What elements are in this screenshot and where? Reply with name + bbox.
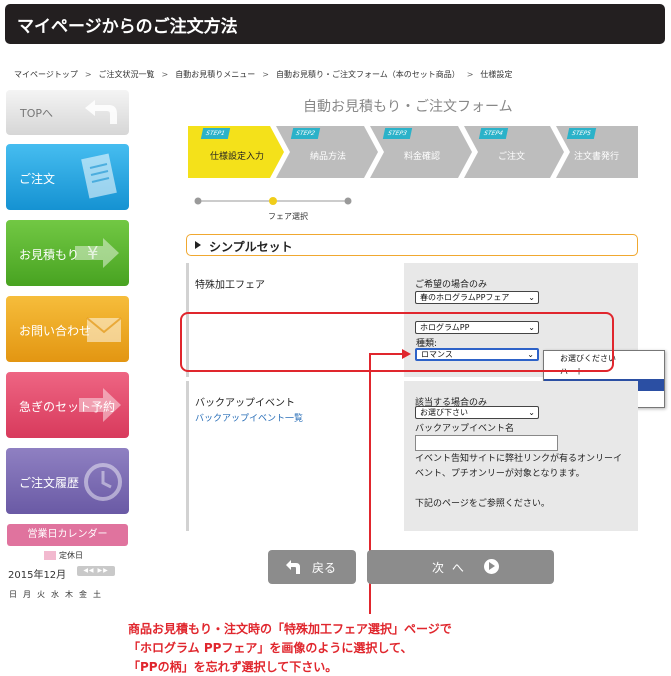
document-icon [81, 153, 117, 199]
next-label: 次 へ [432, 561, 466, 575]
back-label: 戻る [312, 561, 337, 575]
breadcrumb-current: 仕様設定 [480, 70, 513, 79]
breadcrumb-item[interactable]: マイページトップ [14, 70, 78, 79]
breadcrumb-separator: > [466, 70, 474, 79]
fair-note: ご希望の場合のみ [415, 280, 488, 290]
step-label-active: 仕様設定入力 [210, 152, 265, 162]
weekday: 日 [9, 590, 17, 599]
history-clock-icon [84, 463, 122, 501]
breadcrumb-item[interactable]: ご注文状況一覧 [99, 70, 155, 79]
progress-caption: フェア選択 [268, 212, 308, 221]
sidebar-top-button[interactable]: TOPへ [6, 90, 129, 135]
sidebar-top-label: TOPへ [20, 107, 54, 120]
page-title: マイページからのご注文方法 [17, 17, 238, 37]
fair-label: 特殊加工フェア [195, 280, 265, 291]
sidebar-item-label: ご注文 [19, 172, 56, 186]
sidebar-item-rush-reservation[interactable]: 急ぎのセット予約 [6, 372, 129, 438]
backup-notice: イベント告知サイトに弊社リンクが有るオンリーイベント、プチオンリーが対象となりま… [415, 454, 623, 479]
highlight-frame [180, 312, 614, 372]
instruction-line: 「ホログラム PPフェア」を画像のように選択して、 [128, 641, 413, 655]
fair-select-value: 春のホログラムPPフェア [420, 293, 510, 302]
weekday: 土 [93, 590, 101, 599]
backup-select-value: お選び下さい [420, 408, 468, 417]
weekday: 木 [65, 590, 73, 599]
sidebar-item-label: お見積もり [19, 248, 80, 262]
holiday-label: 定休日 [59, 551, 83, 560]
backup-name-input[interactable] [415, 435, 558, 451]
arrow-right-icon [79, 388, 121, 422]
back-arrow-icon [286, 560, 300, 574]
play-circle-icon [484, 559, 499, 574]
breadcrumb-separator: > [161, 70, 169, 79]
step-indicator: STEP1 仕様設定入力 STEP2 納品方法 STEP3 料金確認 STEP4… [188, 124, 638, 178]
backup-name-label: バックアップイベント名 [415, 424, 515, 434]
instruction-text: 商品お見積もり・注文時の「特殊加工フェア選択」ページで 「ホログラム PPフェア… [128, 620, 452, 676]
breadcrumb-item[interactable]: 自動お見積りメニュー [175, 70, 255, 79]
step-label: ご注文 [498, 152, 526, 162]
title-bar: マイページからのご注文方法 [5, 4, 665, 44]
holiday-legend: 定休日 [44, 550, 83, 561]
backup-list-link[interactable]: バックアップイベント一覧 [195, 411, 303, 424]
weekday: 水 [51, 590, 59, 599]
svg-text:¥: ¥ [87, 243, 98, 264]
sidebar-item-label: ご注文履歴 [19, 476, 80, 490]
breadcrumb-separator: > [84, 70, 92, 79]
step-label: 注文書発行 [574, 152, 620, 162]
instruction-line: 「PPの柄」を忘れず選択して下さい。 [128, 660, 338, 674]
instruction-line: 商品お見積もり・注文時の「特殊加工フェア選択」ページで [128, 622, 452, 636]
yen-arrow-icon: ¥ [75, 238, 119, 268]
backup-label: バックアップイベント [195, 398, 295, 409]
sidebar-item-order-history[interactable]: ご注文履歴 [6, 448, 129, 514]
next-button[interactable]: 次 へ [367, 550, 554, 584]
calendar-button[interactable]: 営業日カレンダー [7, 524, 128, 546]
step-label: 料金確認 [404, 152, 441, 162]
calendar-weekdays: 日月火水木金土 [9, 589, 107, 600]
step-tag: STEP4 [478, 128, 508, 139]
backup-see-below: 下記のページをご参照ください。 [415, 499, 550, 509]
sub-progress [194, 197, 352, 205]
form-title: 自動お見積もり・ご注文フォーム [303, 99, 513, 115]
step-label: 納品方法 [310, 152, 347, 162]
step-tag: STEP2 [290, 128, 320, 139]
weekday: 月 [23, 590, 31, 599]
step-tag: STEP3 [382, 128, 412, 139]
section-header: シンプルセット [186, 234, 638, 256]
envelope-icon [86, 317, 122, 342]
weekday: 金 [79, 590, 87, 599]
step-tag: STEP5 [566, 128, 596, 139]
fair-select[interactable]: 春のホログラムPPフェア ⌄ [415, 291, 539, 304]
triangle-right-icon [195, 241, 201, 249]
sidebar-item-estimate[interactable]: お見積もり ¥ [6, 220, 129, 286]
section-title: シンプルセット [209, 240, 293, 254]
step-tag: STEP1 [200, 128, 230, 139]
sidebar-item-order[interactable]: ご注文 [6, 144, 129, 210]
chevron-down-icon: ⌄ [528, 408, 535, 417]
calendar-nav-controls[interactable]: ◀◀ ▶▶ [77, 566, 115, 576]
annotation-arrow-icon [402, 349, 411, 359]
breadcrumb-separator: > [262, 70, 269, 79]
calendar-month: 2015年12月 [8, 570, 67, 581]
holiday-swatch [44, 551, 56, 560]
return-arrow-icon [85, 100, 117, 124]
chevron-down-icon: ⌄ [528, 293, 535, 302]
back-button[interactable]: 戻る [268, 550, 356, 584]
breadcrumb: マイページトップ > ご注文状況一覧 > 自動お見積りメニュー > 自動お見積り・ご注文フォ… [14, 69, 512, 80]
backup-select[interactable]: お選び下さい ⌄ [415, 406, 539, 419]
breadcrumb-item[interactable]: 自動お見積り・ご注文フォーム（本のセット商品） [276, 70, 460, 79]
weekday: 火 [37, 590, 45, 599]
sidebar-item-inquiry[interactable]: お問い合わせ [6, 296, 129, 362]
